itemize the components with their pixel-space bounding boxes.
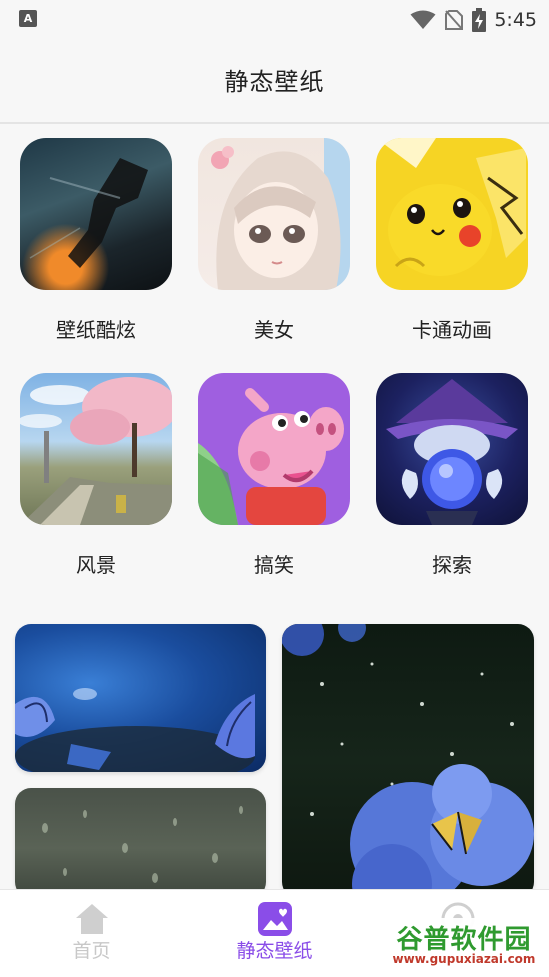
watermark-url: www.gupuxiazai.com xyxy=(392,952,536,966)
cherry-blossom-scene-thumbnail xyxy=(20,373,172,525)
category-label: 美女 xyxy=(254,318,294,342)
header: 静态壁纸 xyxy=(0,40,549,122)
category-label: 搞笑 xyxy=(254,553,294,577)
wallpaper-card[interactable] xyxy=(15,624,266,772)
raindrops-wallpaper xyxy=(15,788,266,898)
category-explore[interactable]: 探索 xyxy=(376,373,528,578)
battery-charging-icon xyxy=(472,8,487,32)
category-beauty[interactable]: 美女 xyxy=(198,138,350,343)
category-funny[interactable]: 搞笑 xyxy=(198,373,350,578)
status-time: 5:45 xyxy=(494,9,537,31)
nav-item-home[interactable]: 首页 xyxy=(0,890,183,977)
site-watermark: 谷普软件园 www.gupuxiazai.com xyxy=(383,918,545,972)
category-scenery[interactable]: 风景 xyxy=(20,373,172,578)
peppa-pig-thumbnail xyxy=(198,373,350,525)
category-label: 壁纸酷炫 xyxy=(56,318,136,342)
watermark-title: 谷普软件园 xyxy=(396,925,532,955)
wizard-crystal-ball-thumbnail xyxy=(376,373,528,525)
no-sim-icon xyxy=(445,10,464,30)
wifi-icon xyxy=(410,10,436,29)
picture-icon xyxy=(257,902,292,936)
wallpaper-card[interactable] xyxy=(282,624,534,898)
anime-girl-thumbnail xyxy=(198,138,350,290)
category-label: 探索 xyxy=(432,553,472,577)
category-label: 风景 xyxy=(76,553,116,577)
nav-item-static-wallpaper[interactable]: 静态壁纸 xyxy=(183,890,366,977)
category-label: 卡通动画 xyxy=(412,318,492,342)
page-title: 静态壁纸 xyxy=(224,68,325,96)
pikachu-thumbnail xyxy=(376,138,528,290)
blue-butterflies-wallpaper xyxy=(15,624,266,772)
status-icons: 5:45 xyxy=(410,8,537,32)
notification-app-icon: A xyxy=(19,10,37,27)
category-cool[interactable]: 壁纸酷炫 xyxy=(20,138,172,343)
category-cartoon[interactable]: 卡通动画 xyxy=(376,138,528,343)
wallpaper-card[interactable] xyxy=(15,788,266,898)
header-divider xyxy=(0,122,549,124)
nav-label-home: 首页 xyxy=(72,940,111,962)
nav-label-static-wallpaper: 静态壁纸 xyxy=(236,940,313,962)
action-figure-thumbnail xyxy=(20,138,172,290)
home-icon xyxy=(75,904,108,934)
hydrangea-butterfly-wallpaper xyxy=(282,624,534,898)
status-bar: A 5:45 xyxy=(0,0,549,40)
